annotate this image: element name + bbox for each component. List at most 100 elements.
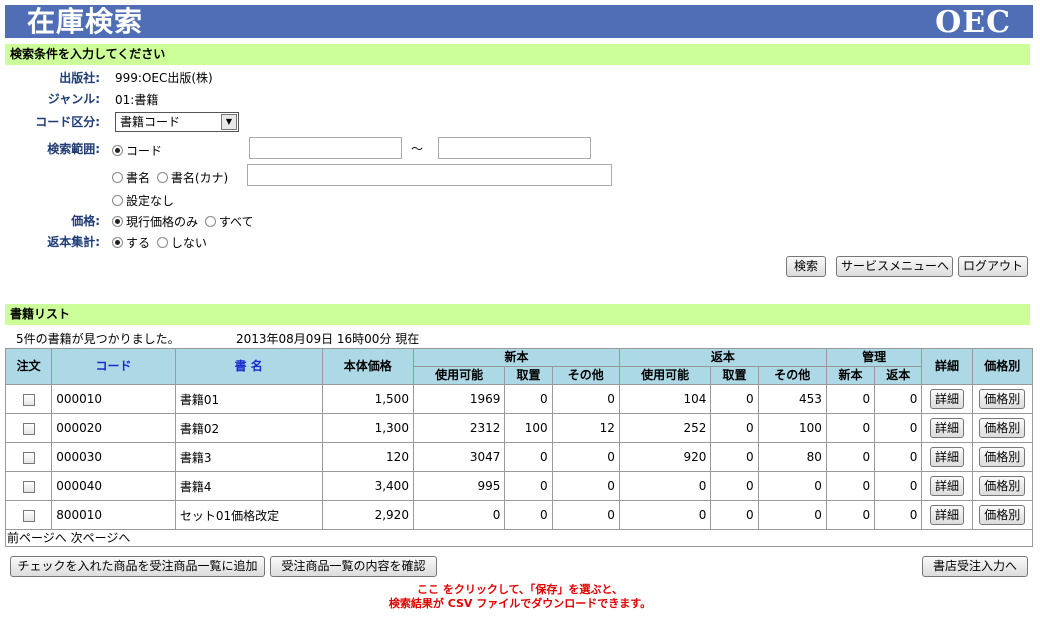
- new-reserved-cell: 0: [504, 471, 553, 501]
- header-return-group: 返本: [618, 348, 827, 367]
- price-current-radio[interactable]: [112, 216, 123, 227]
- search-button[interactable]: 検索: [786, 256, 826, 277]
- order-checkbox[interactable]: [22, 422, 35, 435]
- table-row: 000010 書籍01 1,500 1969 0 0 104 0 453 0 0…: [4, 384, 1034, 414]
- new-other-cell: 0: [551, 471, 620, 501]
- range-code-radio[interactable]: [112, 145, 123, 156]
- header-return-other: その他: [757, 366, 827, 385]
- price-detail-cell: 価格別: [971, 413, 1034, 443]
- price-detail-button[interactable]: 価格別: [979, 476, 1026, 496]
- price-cell: 1,300: [321, 413, 414, 443]
- prev-page-link[interactable]: 前ページへ: [7, 531, 67, 545]
- order-cell: [4, 413, 53, 443]
- new-other-cell: 0: [551, 500, 620, 530]
- detail-button[interactable]: 詳細: [930, 476, 965, 496]
- return-reserved-cell: 0: [710, 384, 759, 414]
- genre-value: 01:書籍: [115, 93, 159, 107]
- range-name-radio[interactable]: [112, 172, 123, 183]
- title-cell: 書籍3: [174, 442, 323, 472]
- title-cell: セット01価格改定: [174, 500, 323, 530]
- publisher-label: 出版社:: [59, 71, 100, 85]
- next-page-link[interactable]: 次ページへ: [71, 531, 131, 545]
- return-usable-cell: 104: [618, 384, 712, 414]
- new-usable-cell: 2312: [412, 413, 506, 443]
- code-type-selected-value: 書籍コード: [120, 115, 181, 129]
- detail-button[interactable]: 詳細: [930, 389, 965, 409]
- confirm-order-list-button[interactable]: 受注商品一覧の内容を確認: [270, 556, 437, 577]
- range-none-radio[interactable]: [112, 195, 123, 206]
- price-cell: 3,400: [321, 471, 414, 501]
- csv-download-link[interactable]: ここ: [417, 583, 439, 596]
- return-yes-radio[interactable]: [112, 237, 123, 248]
- pager-cell: 前ページへ 次ページへ: [5, 529, 1033, 547]
- title-cell: 書籍01: [174, 384, 323, 414]
- genre-label: ジャンル:: [47, 92, 100, 106]
- detail-button[interactable]: 詳細: [930, 505, 965, 525]
- table-row: 000020 書籍02 1,300 2312 100 12 252 0 100 …: [4, 413, 1034, 443]
- range-option-names: 書名 書名(カナ): [112, 170, 228, 186]
- new-usable-cell: 3047: [412, 442, 506, 472]
- title-input[interactable]: [247, 164, 612, 186]
- range-none-label: 設定なし: [126, 194, 175, 208]
- return-reserved-cell: 0: [710, 500, 759, 530]
- logout-button[interactable]: ログアウト: [958, 256, 1028, 277]
- code-type-label: コード区分:: [35, 115, 100, 129]
- pager-row: 前ページへ 次ページへ: [5, 529, 1033, 547]
- manage-new-cell: 0: [825, 442, 876, 472]
- price-options: 現行価格のみ すべて: [112, 214, 254, 230]
- header-new-other: その他: [551, 366, 620, 385]
- new-reserved-cell: 0: [504, 442, 553, 472]
- code-from-input[interactable]: [249, 137, 402, 159]
- new-other-cell: 0: [551, 384, 620, 414]
- code-to-input[interactable]: [438, 137, 591, 159]
- price-detail-button[interactable]: 価格別: [979, 505, 1026, 525]
- price-detail-cell: 価格別: [971, 471, 1034, 501]
- csv-note-line1: ここ をクリックして、「保存」を選ぶと、: [0, 583, 1040, 597]
- price-cell: 120: [321, 442, 414, 472]
- code-cell: 000040: [51, 471, 176, 501]
- detail-button[interactable]: 詳細: [930, 447, 965, 467]
- header-code[interactable]: コード: [51, 348, 176, 385]
- return-reserved-cell: 0: [710, 471, 759, 501]
- new-usable-cell: 1969: [412, 384, 506, 414]
- range-option-none[interactable]: 設定なし: [112, 193, 174, 209]
- price-detail-button[interactable]: 価格別: [979, 447, 1026, 467]
- range-name-label: 書名: [126, 171, 151, 185]
- code-type-select[interactable]: 書籍コード ▼: [115, 112, 239, 132]
- table-row: 800010 セット01価格改定 2,920 0 0 0 0 0 0 0 0 詳…: [4, 500, 1034, 530]
- price-cell: 2,920: [321, 500, 414, 530]
- publisher-value: 999:OEC出版(株): [115, 71, 213, 85]
- new-other-cell: 12: [551, 413, 620, 443]
- return-other-cell: 100: [757, 413, 827, 443]
- range-kana-radio[interactable]: [156, 172, 168, 183]
- detail-cell: 詳細: [921, 384, 973, 414]
- price-all-radio[interactable]: [204, 216, 216, 227]
- price-detail-button[interactable]: 価格別: [979, 418, 1026, 438]
- order-checkbox[interactable]: [22, 509, 35, 522]
- chevron-down-icon[interactable]: ▼: [221, 114, 237, 130]
- price-detail-button[interactable]: 価格別: [979, 389, 1026, 409]
- detail-button[interactable]: 詳細: [930, 418, 965, 438]
- search-section-bar: 検索条件を入力してください: [5, 44, 1030, 65]
- title-cell: 書籍4: [174, 471, 323, 501]
- book-list-section-bar: 書籍リスト: [5, 304, 1030, 325]
- price-detail-cell: 価格別: [971, 442, 1034, 472]
- header-new-group: 新本: [412, 348, 620, 367]
- return-no-radio[interactable]: [156, 237, 168, 248]
- header-new-reserved: 取置: [504, 366, 553, 385]
- header-return-usable: 使用可能: [618, 366, 712, 385]
- manage-return-cell: 0: [874, 500, 923, 530]
- order-cell: [4, 384, 53, 414]
- shop-order-entry-button[interactable]: 書店受注入力へ: [922, 556, 1028, 577]
- order-checkbox[interactable]: [22, 451, 35, 464]
- order-checkbox[interactable]: [22, 480, 35, 493]
- service-menu-button[interactable]: サービスメニューへ: [836, 256, 953, 277]
- return-other-cell: 453: [757, 384, 827, 414]
- add-checked-button[interactable]: チェックを入れた商品を受注商品一覧に追加: [10, 556, 265, 577]
- manage-return-cell: 0: [874, 471, 923, 501]
- code-cell: 000030: [51, 442, 176, 472]
- range-option-code[interactable]: コード: [112, 143, 162, 159]
- order-checkbox[interactable]: [22, 393, 35, 406]
- header-title[interactable]: 書 名: [174, 348, 323, 385]
- return-usable-cell: 0: [618, 471, 712, 501]
